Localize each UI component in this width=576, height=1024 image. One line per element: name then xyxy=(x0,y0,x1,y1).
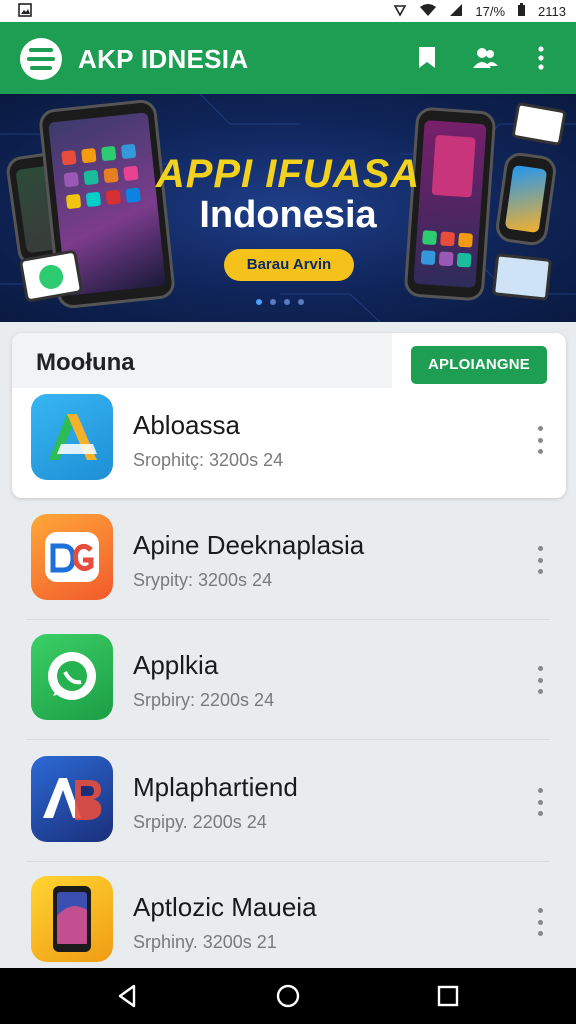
system-nav-bar xyxy=(0,968,576,1024)
section-title: Moołuna xyxy=(36,349,135,376)
ab-logo-icon xyxy=(31,756,113,842)
battery-text: 17/% xyxy=(475,4,506,19)
phone-device-icon xyxy=(31,876,113,962)
dg-logo-icon xyxy=(31,514,113,600)
back-icon[interactable] xyxy=(114,982,142,1010)
list-item[interactable]: Abloassa Srophitç: 3200s 24 xyxy=(0,380,576,500)
more-vert-icon[interactable] xyxy=(527,44,555,72)
divider xyxy=(26,739,550,740)
app-name: Abloassa xyxy=(133,410,240,440)
chat-bubble-icon xyxy=(31,634,113,720)
battery-icon xyxy=(517,3,526,20)
carousel-indicator[interactable] xyxy=(256,299,304,305)
app-name: Applkia xyxy=(133,650,219,680)
image-icon xyxy=(18,3,32,20)
list-item[interactable]: Aptlozic Maueia Srphiny. 3200s 21 xyxy=(0,862,576,982)
list-item[interactable]: Apine Deeknaplasia Srypity: 3200s 24 xyxy=(0,500,576,620)
app-meta: Srpipy. 2200s 24 xyxy=(133,812,267,832)
tablet-illustration-bottom-right xyxy=(491,253,553,301)
app-name: Apine Deeknaplasia xyxy=(133,530,365,560)
more-vert-icon[interactable] xyxy=(534,908,546,936)
app-meta: Srypity: 3200s 24 xyxy=(133,570,273,590)
more-vert-icon[interactable] xyxy=(534,666,546,694)
list-item[interactable]: Applkia Srpbiry: 2200s 24 xyxy=(0,620,576,740)
people-icon[interactable] xyxy=(471,44,499,72)
banner-subtitle: Indonesia xyxy=(199,194,377,236)
carousel-dot[interactable] xyxy=(298,299,304,305)
banner-title: APPI IFUASA xyxy=(155,152,421,196)
app-bar: AKP IDNESIA xyxy=(0,22,576,94)
more-vert-icon[interactable] xyxy=(534,546,546,574)
more-vert-icon[interactable] xyxy=(534,788,546,816)
app-meta: Srophitç: 3200s 24 xyxy=(133,450,284,470)
app-meta: Srphiny. 3200s 21 xyxy=(133,932,277,952)
wifi-icon xyxy=(419,3,437,20)
app-name: Mplaphartiend xyxy=(133,772,298,802)
list-item[interactable]: Mplaphartiend Srpipy. 2200s 24 xyxy=(0,742,576,862)
app-logo-icon[interactable] xyxy=(20,38,62,80)
app-name: Aptlozic Maueia xyxy=(133,892,317,922)
clock: 2113 xyxy=(538,4,566,19)
carousel-dot[interactable] xyxy=(284,299,290,305)
recents-icon[interactable] xyxy=(434,982,462,1010)
arrow-logo-icon xyxy=(31,394,113,480)
promo-banner[interactable]: APPI IFUASA Indonesia Barau Arvin xyxy=(0,94,576,322)
banner-cta-button[interactable]: Barau Arvin xyxy=(224,249,354,281)
status-bar: 17/% 2113 xyxy=(0,0,576,22)
app-meta: Srpbiry: 2200s 24 xyxy=(133,690,275,710)
cell-signal-icon xyxy=(449,3,463,20)
app-list: Abloassa Srophitç: 3200s 24 Apine Deekna… xyxy=(0,380,576,968)
app-title: AKP IDNESIA xyxy=(78,44,249,74)
carousel-dot[interactable] xyxy=(270,299,276,305)
bookmark-icon[interactable] xyxy=(413,44,441,72)
section-action-button[interactable]: APLOIANGNE xyxy=(411,346,547,384)
home-icon[interactable] xyxy=(274,982,302,1010)
signal-off-icon xyxy=(393,3,407,20)
carousel-dot[interactable] xyxy=(256,299,262,305)
more-vert-icon[interactable] xyxy=(534,426,546,454)
